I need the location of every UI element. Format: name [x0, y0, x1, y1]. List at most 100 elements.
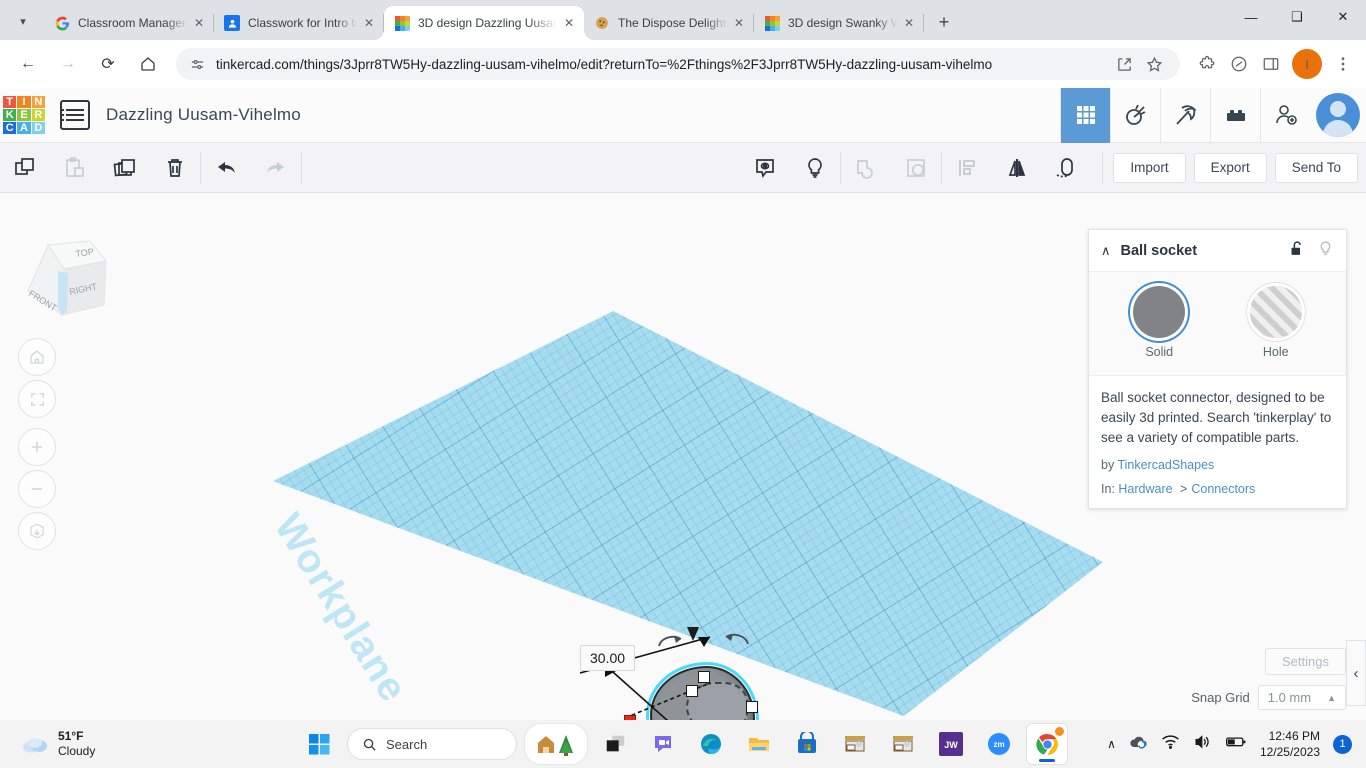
close-icon[interactable]: ✕: [360, 14, 378, 32]
reload-icon[interactable]: ⟳: [92, 48, 124, 80]
maximize-button[interactable]: ❑: [1274, 0, 1320, 34]
group-icon[interactable]: [841, 143, 891, 193]
tray-expand-icon[interactable]: ∧: [1107, 737, 1116, 751]
delete-icon[interactable]: [150, 143, 200, 193]
bookmark-star-icon[interactable]: [1140, 50, 1168, 78]
view-cube[interactable]: TOP FRONT RIGHT: [18, 239, 110, 327]
chrome-menu-icon[interactable]: [1328, 49, 1358, 79]
hole-option[interactable]: Hole: [1231, 286, 1321, 359]
copy-icon[interactable]: [0, 143, 50, 193]
light-bulb-icon[interactable]: [1317, 240, 1334, 262]
category-parent-link[interactable]: Hardware: [1118, 482, 1172, 496]
rotate-handle-left-icon[interactable]: [655, 630, 685, 652]
onedrive-icon[interactable]: [1129, 733, 1148, 755]
panel-collapse-button[interactable]: ‹: [1346, 640, 1366, 706]
hole-swatch[interactable]: [1249, 286, 1302, 338]
minimize-button[interactable]: —: [1228, 0, 1274, 34]
wifi-icon[interactable]: [1161, 733, 1180, 755]
task-view-icon[interactable]: [595, 724, 635, 764]
mirror-icon[interactable]: [992, 143, 1042, 193]
home-icon[interactable]: [132, 48, 164, 80]
close-icon[interactable]: ✕: [190, 14, 208, 32]
solid-option[interactable]: Solid: [1114, 286, 1204, 359]
close-icon[interactable]: ✕: [560, 14, 578, 32]
avatar[interactable]: [1310, 88, 1366, 143]
close-icon[interactable]: ✕: [900, 14, 918, 32]
grid-view-icon[interactable]: [1060, 87, 1110, 143]
sidepanel-icon[interactable]: [1256, 49, 1286, 79]
solid-swatch[interactable]: [1133, 286, 1186, 338]
height-cone-icon[interactable]: [687, 627, 699, 641]
rotate-handle-right-icon[interactable]: [722, 628, 752, 650]
category-child-link[interactable]: Connectors: [1191, 482, 1255, 496]
jw-app-icon[interactable]: JW: [931, 724, 971, 764]
3d-viewport[interactable]: Workplane 30.00 TOP FRONT RIGHT ∧ Ball s…: [0, 193, 1366, 720]
tab-search-button[interactable]: ▾: [6, 7, 40, 35]
address-bar[interactable]: tinkercad.com/things/3Jprr8TW5Hy-dazzlin…: [176, 48, 1180, 80]
url-text[interactable]: tinkercad.com/things/3Jprr8TW5Hy-dazzlin…: [216, 57, 1110, 72]
perspective-toggle-button[interactable]: [18, 512, 56, 550]
profile-avatar[interactable]: I: [1292, 49, 1322, 79]
chat-teams-icon[interactable]: [643, 724, 683, 764]
magnet-snap-icon[interactable]: [1042, 143, 1092, 193]
battery-icon[interactable]: [1225, 734, 1247, 754]
close-window-button[interactable]: ✕: [1320, 0, 1366, 34]
close-icon[interactable]: ✕: [730, 14, 748, 32]
chrome-browser-icon[interactable]: [1027, 724, 1067, 764]
note-light-icon[interactable]: [790, 143, 840, 193]
chevron-up-icon[interactable]: ∧: [1101, 243, 1111, 259]
taskbar-search[interactable]: Search: [347, 728, 517, 760]
extensions-puzzle-icon[interactable]: [1192, 49, 1222, 79]
start-button[interactable]: [299, 724, 339, 764]
zoom-out-button[interactable]: [18, 470, 56, 508]
forward-icon[interactable]: →: [52, 48, 84, 80]
new-tab-button[interactable]: +: [930, 8, 958, 36]
site-settings-icon[interactable]: [188, 55, 206, 73]
import-button[interactable]: Import: [1113, 152, 1186, 183]
volume-icon[interactable]: [1193, 733, 1212, 755]
browser-tab-5[interactable]: 3D design Swanky Wolt | Tin ✕: [754, 6, 924, 40]
widgets-gingerbread-icon[interactable]: [525, 724, 587, 764]
invite-person-icon[interactable]: [1260, 87, 1310, 143]
browser-tab-3[interactable]: 3D design Dazzling Uusam-V ✕: [384, 6, 584, 40]
inspector-header[interactable]: ∧ Ball socket: [1089, 230, 1346, 272]
file-explorer-icon[interactable]: [739, 724, 779, 764]
redo-icon[interactable]: [251, 143, 301, 193]
undo-icon[interactable]: [201, 143, 251, 193]
show-hide-icon[interactable]: [740, 143, 790, 193]
zoom-app-icon[interactable]: zm: [979, 724, 1019, 764]
ungroup-icon[interactable]: [891, 143, 941, 193]
unlock-icon[interactable]: [1288, 240, 1305, 262]
design-list-icon[interactable]: [60, 100, 90, 130]
author-link[interactable]: TinkercadShapes: [1117, 458, 1214, 472]
tinkercad-logo-icon[interactable]: T I N K E R C A D: [2, 95, 46, 135]
back-icon[interactable]: ←: [12, 48, 44, 80]
brick-icon[interactable]: [1210, 87, 1260, 143]
simulator-icon[interactable]: [1110, 87, 1160, 143]
taskbar-clock[interactable]: 12:46 PM 12/25/2023: [1260, 728, 1320, 760]
resize-handle-right[interactable]: [746, 701, 758, 713]
send-to-button[interactable]: Send To: [1274, 152, 1358, 183]
zoom-in-button[interactable]: [18, 428, 56, 466]
fit-to-view-button[interactable]: [18, 380, 56, 418]
resize-handle-upper[interactable]: [686, 685, 698, 697]
settings-button[interactable]: Settings: [1265, 648, 1346, 675]
pickaxe-icon[interactable]: [1160, 87, 1210, 143]
home-view-button[interactable]: [18, 338, 56, 376]
export-button[interactable]: Export: [1193, 152, 1267, 183]
duplicate-icon[interactable]: [100, 143, 150, 193]
align-icon[interactable]: [942, 143, 992, 193]
notification-badge[interactable]: 1: [1333, 734, 1352, 754]
resize-handle-top[interactable]: [698, 671, 710, 683]
browser-tab-2[interactable]: Classwork for Intro to CS Per ✕: [214, 6, 384, 40]
paste-icon[interactable]: [50, 143, 100, 193]
share-icon[interactable]: [1110, 50, 1138, 78]
snap-grid-select[interactable]: 1.0 mm ▲: [1257, 685, 1346, 710]
dimension-width-label[interactable]: 30.00: [580, 645, 636, 671]
extension-circle-icon[interactable]: [1224, 49, 1254, 79]
classroom-app-2-icon[interactable]: [883, 724, 923, 764]
edge-browser-icon[interactable]: [691, 724, 731, 764]
browser-tab-1[interactable]: Classroom Management Tool ✕: [44, 6, 214, 40]
microsoft-store-icon[interactable]: [787, 724, 827, 764]
browser-tab-4[interactable]: The Dispose Delight Using T ✕: [584, 6, 754, 40]
